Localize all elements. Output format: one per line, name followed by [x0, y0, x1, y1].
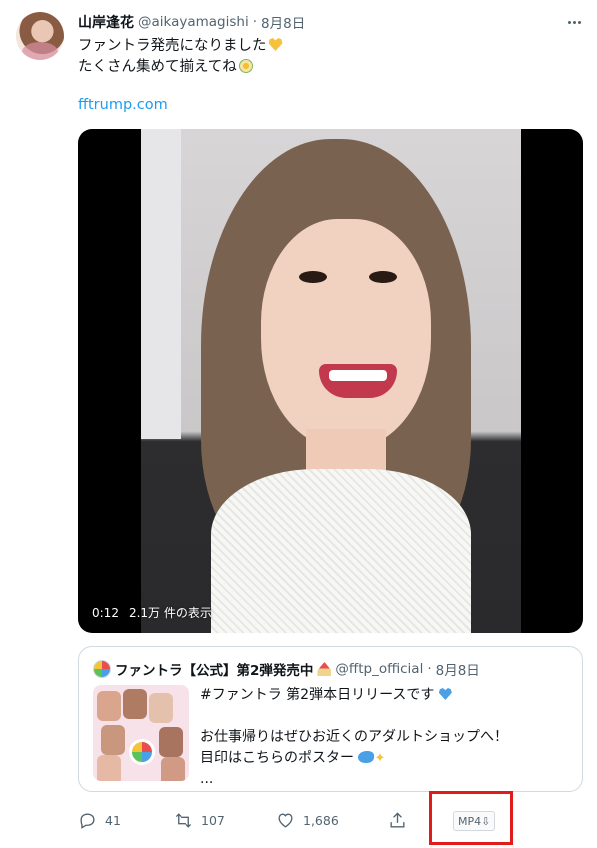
tweet[interactable]: 山岸逢花 @aikayamagishi · 8月8日 ファントラ発売になりました… [0, 0, 597, 848]
quoted-date: 8月8日 [435, 663, 480, 679]
tweet-header: 山岸逢花 @aikayamagishi · 8月8日 [78, 12, 305, 32]
separator: · [252, 14, 258, 30]
reply-count: 41 [105, 812, 121, 828]
share-icon [390, 811, 405, 828]
separator: · [427, 661, 432, 677]
video-player[interactable]: 0:12 2.1万 件の表示 [78, 129, 583, 633]
dolphin-icon [358, 751, 375, 763]
quoted-tweet-header: ファントラ【公式】第2弾発売中 @fftp_official · 8月8日 [93, 659, 480, 679]
video-views: 2.1万 件の表示 [128, 606, 212, 620]
beach-umbrella-icon [317, 662, 332, 676]
video-duration: 0:12 [92, 606, 119, 620]
quoted-text-line: 目印はこちらのポスター [200, 750, 354, 766]
blue-heart-icon [438, 688, 452, 700]
retweet-button[interactable]: 107 [174, 808, 225, 832]
mp4-download-button[interactable]: MP4⇩ [453, 811, 496, 831]
avatar[interactable] [16, 12, 64, 60]
tweet-date[interactable]: 8月8日 [261, 12, 305, 32]
like-count: 1,686 [303, 812, 339, 828]
sparkles-icon: ✦ [374, 751, 386, 766]
tweet-link[interactable]: fftrump.com [78, 97, 168, 113]
author-name[interactable]: 山岸逢花 [78, 12, 134, 32]
quoted-author-handle: @fftp_official [335, 661, 424, 677]
quoted-avatar [93, 660, 111, 678]
quoted-text-line: #ファントラ 第2弾本日リリースです [200, 687, 435, 703]
reply-icon [80, 812, 95, 829]
reply-button[interactable]: 41 [78, 808, 121, 832]
quoted-tweet[interactable]: ファントラ【公式】第2弾発売中 @fftp_official · 8月8日 #フ… [78, 646, 583, 792]
yellow-heart-icon [268, 38, 283, 51]
quoted-text-line: お仕事帰りはぜひお近くのアダルトショップへ！ [200, 729, 508, 745]
quoted-text-ellipsis: ... [200, 771, 214, 787]
retweet-icon [175, 812, 192, 828]
tweet-text-line: たくさん集めて揃えてね [78, 59, 237, 75]
tweet-text-line: ファントラ発売になりました [78, 38, 267, 54]
blossom-icon [238, 59, 253, 73]
quoted-text: #ファントラ 第2弾本日リリースです お仕事帰りはぜひお近くのアダルトショップへ… [200, 685, 570, 790]
author-handle[interactable]: @aikayamagishi [138, 14, 249, 30]
quoted-image[interactable] [93, 685, 189, 781]
more-options-icon[interactable] [562, 12, 586, 32]
heart-icon [278, 812, 293, 828]
video-frame [141, 129, 521, 633]
video-stats: 0:12 2.1万 件の表示 [92, 604, 212, 621]
share-button[interactable] [388, 808, 407, 832]
tweet-text: ファントラ発売になりました たくさん集めて揃えてね [78, 36, 578, 78]
like-button[interactable]: 1,686 [276, 808, 339, 832]
quoted-author-name: ファントラ【公式】第2弾発売中 [115, 663, 314, 679]
retweet-count: 107 [201, 812, 225, 828]
